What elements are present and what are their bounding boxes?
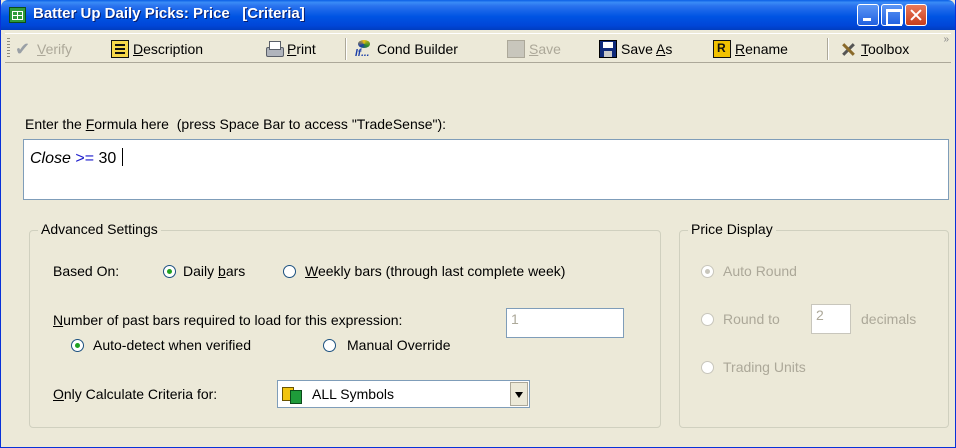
toolbox-label: Toolbox	[861, 41, 910, 57]
auto-round-label: Auto Round	[723, 263, 797, 279]
minimize-button[interactable]	[857, 4, 879, 26]
print-label: Print	[287, 41, 316, 57]
maximize-button[interactable]	[881, 4, 903, 26]
trading-units-radio[interactable]	[701, 361, 714, 374]
symbols-dropdown[interactable]: ALL Symbols	[277, 380, 530, 408]
advanced-settings-title: Advanced Settings	[38, 221, 161, 237]
round-to-label: Round to	[723, 311, 780, 327]
decimals-label: decimals	[861, 311, 917, 327]
calculate-for-label: Only Calculate Criteria for:	[53, 386, 218, 402]
symbols-selected-value: ALL Symbols	[312, 386, 394, 402]
printer-icon	[265, 40, 284, 58]
daily-bars-label[interactable]: Daily bars	[183, 263, 245, 279]
daily-bars-radio[interactable]	[163, 265, 176, 278]
close-button[interactable]	[905, 4, 927, 26]
save-button[interactable]: Save	[507, 38, 561, 60]
magic-wand-if-icon: If...	[355, 40, 373, 59]
cond-builder-button[interactable]: If... Cond Builder	[355, 38, 458, 60]
save-label: Save	[529, 41, 561, 57]
based-on-label: Based On:	[53, 263, 120, 279]
toolbar: ✔ Verify Description Print If... Cond Bu…	[5, 33, 951, 63]
formula-operator: >=	[70, 150, 99, 167]
chevron-down-icon[interactable]	[510, 382, 528, 406]
formula-label: Enter the Formula here (press Space Bar …	[25, 116, 447, 132]
round-decimals-input[interactable]: 2	[811, 304, 851, 334]
cond-builder-label: Cond Builder	[377, 41, 458, 57]
toolbox-button[interactable]: Toolbox	[839, 38, 909, 60]
text-caret	[122, 148, 124, 166]
save-as-button[interactable]: Save As	[599, 38, 672, 60]
weekly-bars-label[interactable]: Weekly bars (through last complete week)	[305, 263, 565, 279]
tools-icon	[839, 40, 857, 58]
manual-override-radio[interactable]	[323, 339, 336, 352]
rename-button[interactable]: Rename	[713, 38, 788, 60]
past-bars-input[interactable]: 1	[506, 308, 624, 338]
symbols-list-icon	[282, 385, 302, 404]
rename-label: Rename	[735, 41, 788, 57]
trading-units-label: Trading Units	[723, 359, 806, 375]
floppy-disk-icon	[507, 40, 525, 58]
print-button[interactable]: Print	[265, 38, 316, 60]
window-title: Batter Up Daily Picks: Price [Criteria]	[33, 5, 305, 22]
document-icon	[111, 40, 129, 58]
formula-keyword: Close	[30, 150, 71, 167]
verify-label: Verify	[37, 41, 73, 57]
toolbar-separator	[345, 38, 347, 60]
rename-icon	[713, 40, 731, 58]
description-button[interactable]: Description	[111, 38, 203, 60]
grid-app-icon	[9, 7, 26, 23]
auto-detect-radio[interactable]	[71, 339, 84, 352]
price-display-title: Price Display	[688, 221, 776, 237]
save-as-label: Save As	[621, 41, 673, 57]
toolbar-overflow-chevron-icon[interactable]: »	[943, 34, 949, 45]
title-bar[interactable]: Batter Up Daily Picks: Price [Criteria]	[1, 0, 955, 30]
criteria-window: Batter Up Daily Picks: Price [Criteria] …	[0, 0, 956, 448]
round-to-radio[interactable]	[701, 313, 714, 326]
formula-input[interactable]: Close >= 30	[23, 139, 949, 200]
description-label: Description	[133, 41, 204, 57]
floppy-disk-icon	[599, 40, 617, 58]
toolbar-grip[interactable]	[7, 38, 10, 59]
checkmark-icon: ✔	[15, 39, 31, 59]
manual-override-label[interactable]: Manual Override	[347, 337, 451, 353]
auto-round-radio[interactable]	[701, 265, 714, 278]
auto-detect-label[interactable]: Auto-detect when verified	[93, 337, 251, 353]
past-bars-label: Number of past bars required to load for…	[53, 312, 403, 328]
toolbar-separator	[827, 38, 829, 60]
formula-value: 30	[98, 150, 117, 167]
weekly-bars-radio[interactable]	[283, 265, 296, 278]
verify-button[interactable]: ✔ Verify	[15, 38, 72, 60]
